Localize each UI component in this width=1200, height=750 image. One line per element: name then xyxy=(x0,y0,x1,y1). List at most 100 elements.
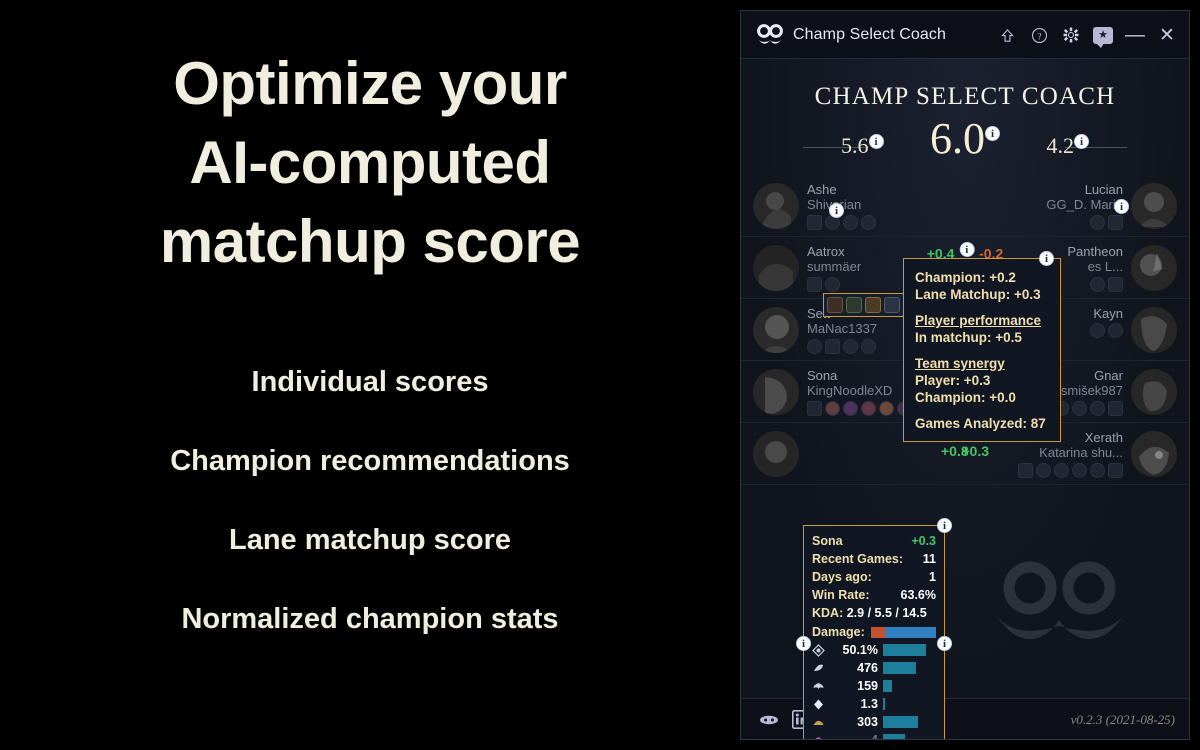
summoner-spell-icon xyxy=(1090,401,1105,416)
discord-icon[interactable] xyxy=(759,710,779,730)
team-score-right-value: 4.2 xyxy=(1046,133,1075,158)
tooltip-games-analyzed: Games Analyzed: 87 xyxy=(915,416,1046,431)
champion-portrait[interactable] xyxy=(1131,245,1177,291)
recommended-champion-icon[interactable] xyxy=(884,297,900,313)
tooltip-spacer xyxy=(915,346,1049,355)
feedback-star-icon[interactable]: ★ xyxy=(1089,21,1117,49)
summoner-spell-icon xyxy=(1090,277,1105,292)
stat-bar-row: 476 xyxy=(812,659,936,677)
promo-feature-item: Lane matchup score xyxy=(0,526,740,555)
promo-headline-line-2: AI-computed xyxy=(189,129,551,197)
recommended-champion-icon[interactable] xyxy=(865,297,881,313)
summoner-spell-icon xyxy=(1036,463,1051,478)
stat-bar-fill xyxy=(883,716,918,728)
info-icon[interactable]: i xyxy=(959,242,975,257)
champion-portrait[interactable] xyxy=(1131,183,1177,229)
stat-bar-fill xyxy=(883,662,917,674)
recommended-champion-icon[interactable] xyxy=(843,401,858,416)
recommended-champion-icon[interactable] xyxy=(846,297,862,313)
stats-kda-row: KDA: 2.9 / 5.5 / 14.5 xyxy=(812,604,936,622)
summoner-spell-icon xyxy=(861,215,876,230)
overall-score: 6.0 i xyxy=(930,113,1000,164)
tooltip-spacer xyxy=(915,406,1049,415)
info-icon[interactable]: i xyxy=(937,636,952,651)
stats-value: 11 xyxy=(922,552,936,566)
summoner-spell-icon xyxy=(825,277,840,292)
stats-champion-row: Sona +0.3 xyxy=(812,532,936,550)
svg-text:?: ? xyxy=(1037,32,1041,42)
watermark-logo-icon xyxy=(997,558,1127,650)
update-arrow-icon[interactable] xyxy=(993,21,1021,49)
info-icon[interactable]: i xyxy=(1074,133,1089,149)
damage-label: Damage: xyxy=(812,625,865,639)
stats-row: Days ago: 1 xyxy=(812,568,936,586)
champion-name: Lucian xyxy=(1084,182,1123,197)
info-icon[interactable]: i xyxy=(985,126,1000,142)
recommended-champion-icon[interactable] xyxy=(861,401,876,416)
champion-portrait[interactable] xyxy=(1131,307,1177,353)
champion-name: Ashe xyxy=(807,182,837,197)
stat-bar-row: 1.3 xyxy=(812,695,936,713)
stat-bar-value: 1.3 xyxy=(860,697,878,711)
summoner-spell-icon xyxy=(807,339,822,354)
summoner-name: GG_D. Mario xyxy=(1046,197,1123,212)
champion-portrait[interactable] xyxy=(753,369,799,415)
tooltip-spacer xyxy=(915,303,1049,312)
summoner-spell-icon xyxy=(1072,463,1087,478)
stat-bar-value: 50.1% xyxy=(842,643,878,657)
table-row[interactable]: Ashe Shiverian Lucian GG_D. Mario xyxy=(741,175,1189,237)
champion-portrait[interactable] xyxy=(753,431,799,477)
summoner-spell-icon xyxy=(843,215,858,230)
recommended-champion-icon[interactable] xyxy=(825,401,840,416)
champion-portrait[interactable] xyxy=(753,183,799,229)
promo-feature-item: Champion recommendations xyxy=(0,447,740,476)
stats-kda-label: KDA: xyxy=(812,606,844,620)
close-icon[interactable]: ✕ xyxy=(1153,21,1181,49)
spell-icons xyxy=(953,215,1123,230)
info-icon[interactable]: i xyxy=(796,636,811,651)
promo-feature-item: Normalized champion stats xyxy=(0,605,740,634)
tooltip-team-synergy-heading: Team synergy xyxy=(915,356,1005,371)
stat-bar-value: 303 xyxy=(857,715,878,729)
champion-portrait[interactable] xyxy=(753,307,799,353)
stat-bar-row: 159 xyxy=(812,677,936,695)
stat-bar-fill xyxy=(883,680,892,692)
recommended-champion-icon[interactable] xyxy=(879,401,894,416)
champion-portrait[interactable] xyxy=(1131,369,1177,415)
settings-gear-icon[interactable] xyxy=(1057,21,1085,49)
stats-row: Win Rate: 63.6% xyxy=(812,586,936,604)
summoner-spell-icon xyxy=(1090,463,1105,478)
tooltip-champion-score: Champion: +0.2 xyxy=(915,270,1016,285)
info-icon[interactable]: i xyxy=(1039,251,1054,266)
team-score-left: 5.6 i xyxy=(841,133,884,159)
summoner-spell-icon xyxy=(1018,463,1033,478)
spell-icons xyxy=(953,463,1123,478)
overall-score-value: 6.0 xyxy=(930,114,985,163)
info-icon[interactable]: i xyxy=(868,133,884,149)
vision-icon xyxy=(812,680,825,693)
stat-bar-value: 4 xyxy=(871,733,878,740)
stat-bar-row: 303 xyxy=(812,713,936,731)
champion-portrait[interactable] xyxy=(753,245,799,291)
info-icon[interactable]: i xyxy=(829,203,844,218)
minimize-icon[interactable]: — xyxy=(1121,21,1149,49)
player-delta-right: +0.3 xyxy=(961,443,989,459)
stats-value: 1 xyxy=(929,570,936,584)
stats-champion-delta: +0.3 xyxy=(911,534,936,548)
summoner-spell-icon xyxy=(861,339,876,354)
champion-portrait[interactable] xyxy=(1131,431,1177,477)
summoner-spell-icon xyxy=(1072,401,1087,416)
stat-bar-fill xyxy=(883,644,927,656)
info-icon[interactable]: i xyxy=(1114,199,1129,214)
info-icon[interactable]: i xyxy=(937,518,952,533)
stats-label: Recent Games: xyxy=(812,552,904,566)
tooltip-synergy-champion: Champion: +0.0 xyxy=(915,390,1016,405)
summoner-spell-icon xyxy=(1108,277,1123,292)
recommended-champion-icon[interactable] xyxy=(827,297,843,313)
stat-bar-track xyxy=(883,662,936,674)
help-icon[interactable]: ? xyxy=(1025,21,1053,49)
stat-bar-track xyxy=(883,698,936,710)
summoner-spell-icon xyxy=(1108,401,1123,416)
stats-kda-value: 2.9 / 5.5 / 14.5 xyxy=(846,606,927,620)
stat-bar-row: 4 xyxy=(812,731,936,740)
